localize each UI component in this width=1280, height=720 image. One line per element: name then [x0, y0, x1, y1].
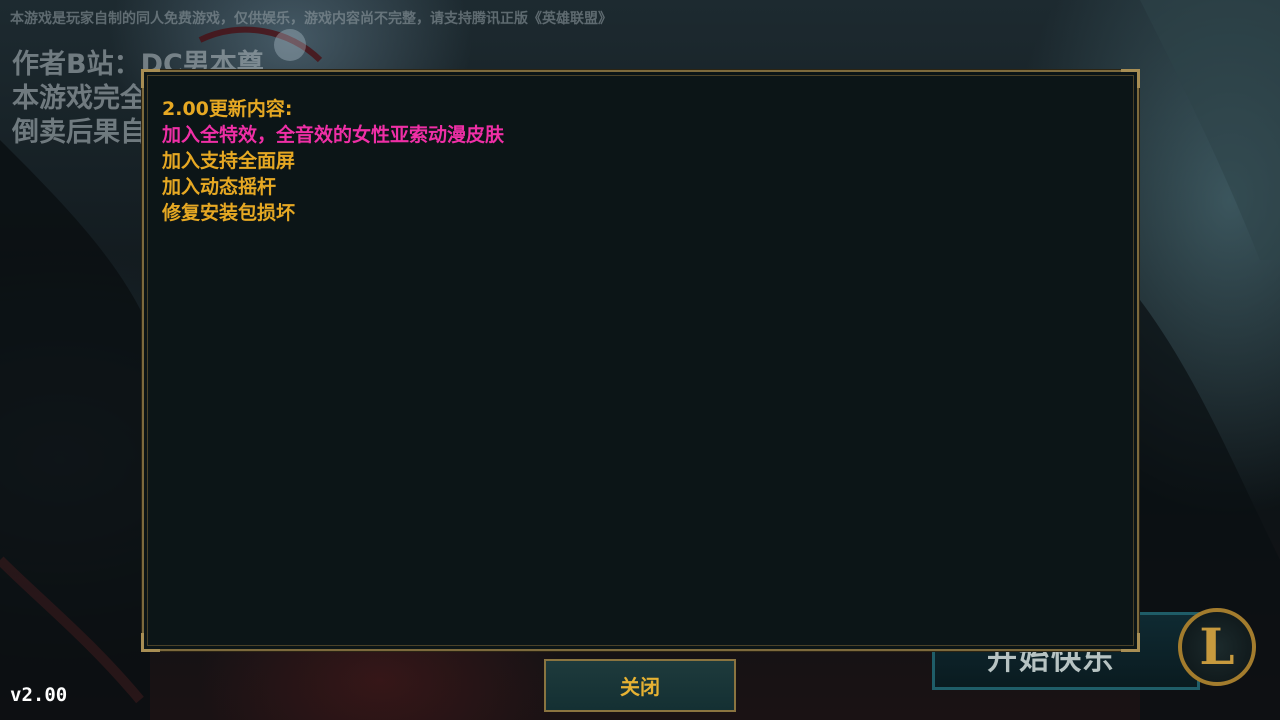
- disclaimer-notice: 本游戏是玩家自制的同人免费游戏，仅供娱乐，游戏内容尚不完整，请支持腾讯正版《英雄…: [10, 11, 612, 27]
- changelog-content: 2.00更新内容: 加入全特效，全音效的女性亚索动漫皮肤 加入支持全面屏 加入动…: [162, 96, 504, 226]
- frame-corner: [141, 69, 160, 88]
- frame-corner: [1121, 69, 1140, 88]
- frame-corner: [141, 633, 160, 652]
- changelog-title: 2.00更新内容:: [162, 98, 293, 120]
- changelog-item: 加入动态摇杆: [162, 176, 277, 198]
- changelog-item: 修复安装包损坏: [162, 202, 296, 224]
- lol-logo-icon: L: [1178, 608, 1256, 686]
- frame-corner: [1121, 633, 1140, 652]
- changelog-dialog: 2.00更新内容: 加入全特效，全音效的女性亚索动漫皮肤 加入支持全面屏 加入动…: [141, 69, 1140, 652]
- close-button-label: 关闭: [620, 675, 660, 699]
- version-label: v2.00: [10, 684, 68, 706]
- logo-letter: L: [1199, 617, 1235, 676]
- changelog-item: 加入支持全面屏: [162, 150, 296, 172]
- close-button[interactable]: 关闭: [544, 659, 736, 712]
- changelog-item: 加入全特效，全音效的女性亚索动漫皮肤: [162, 124, 505, 146]
- game-background: 本游戏是玩家自制的同人免费游戏，仅供娱乐，游戏内容尚不完整，请支持腾讯正版《英雄…: [0, 0, 1280, 720]
